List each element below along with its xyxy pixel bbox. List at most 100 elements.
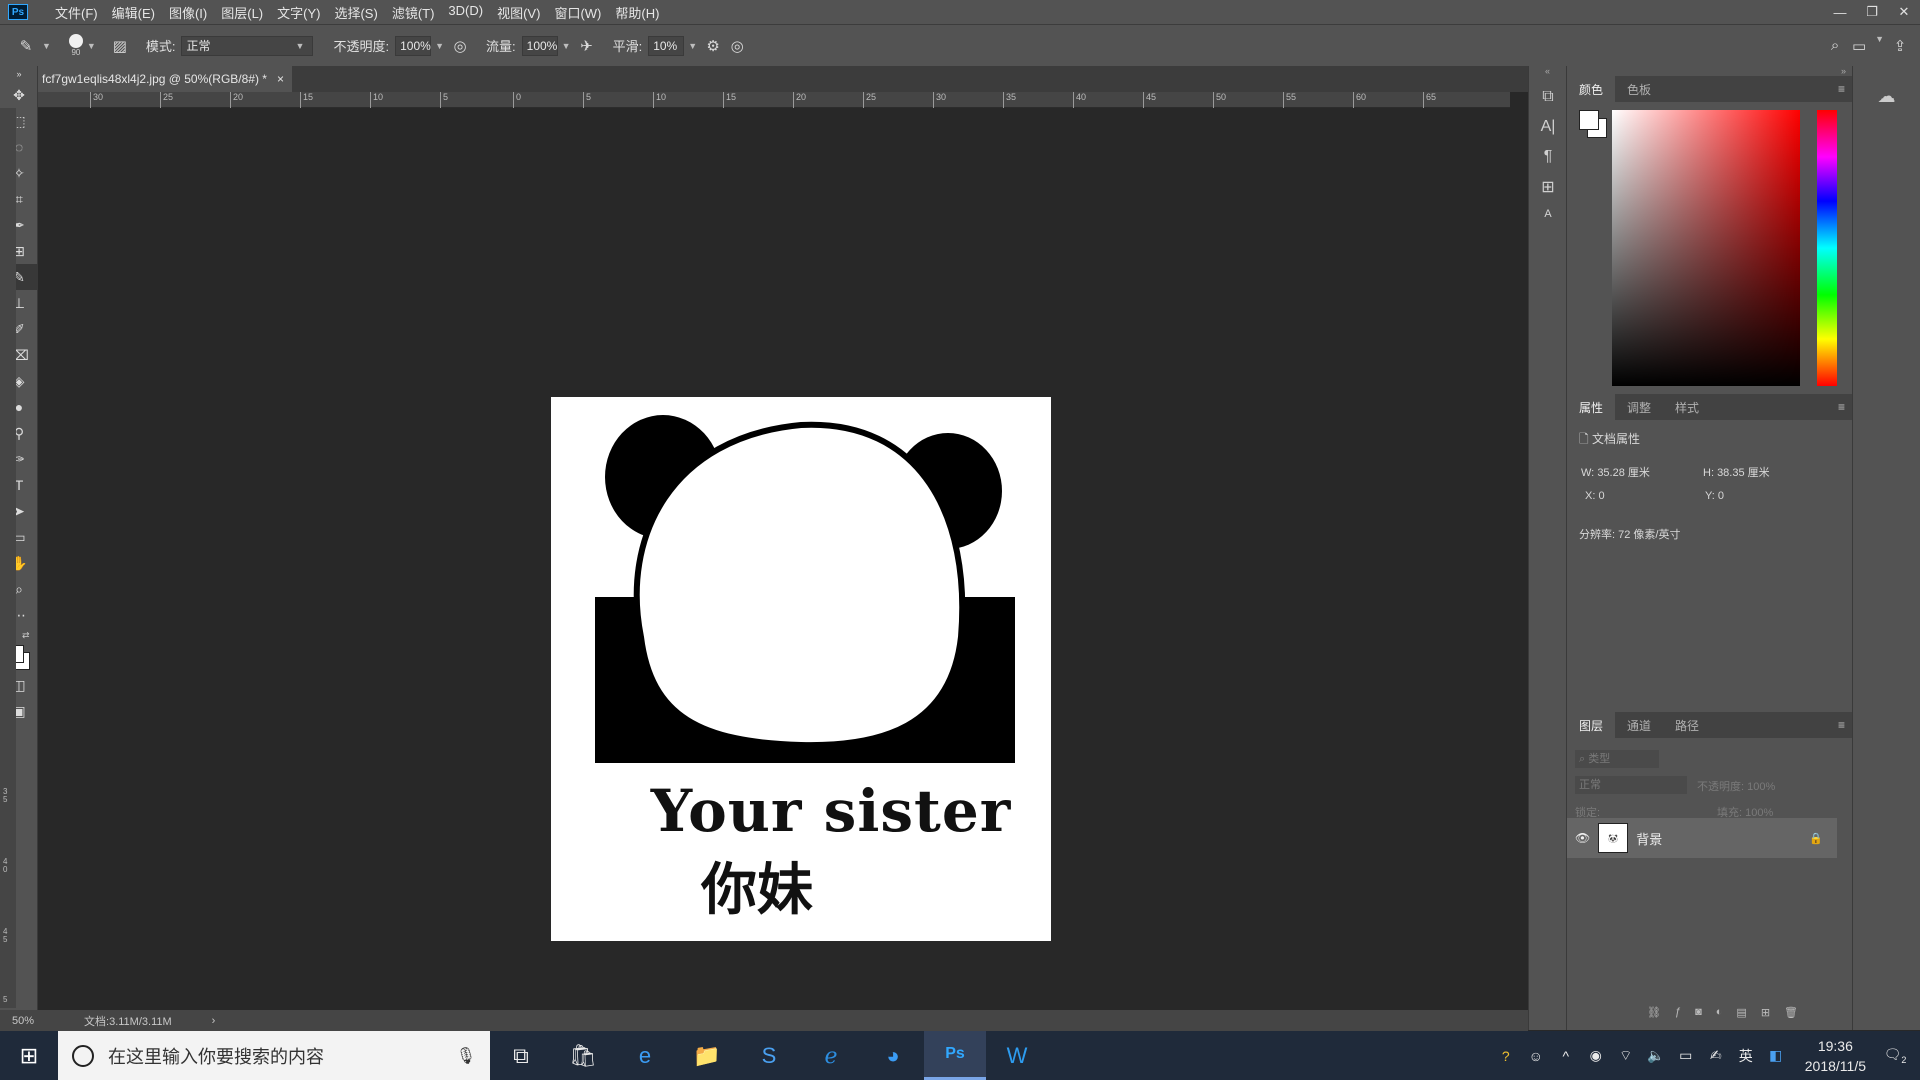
layer-opacity-value[interactable]: 100% <box>1747 781 1775 793</box>
windows-start-icon[interactable]: ⊞ <box>0 1031 58 1080</box>
pressure-size-icon[interactable]: ◎ <box>725 34 749 58</box>
menu-view[interactable]: 视图(V) <box>490 3 547 22</box>
close-tab-icon[interactable]: × <box>277 72 284 86</box>
menu-layer[interactable]: 图层(L) <box>214 3 270 22</box>
close-button[interactable]: ✕ <box>1888 0 1920 24</box>
store-icon[interactable]: 🛍 <box>552 1031 614 1080</box>
mask-icon[interactable]: ◙ <box>1695 1006 1702 1019</box>
menu-type[interactable]: 文字(Y) <box>270 3 327 22</box>
collapse-icon[interactable]: » <box>0 66 38 82</box>
chevron-up-icon[interactable]: ^ <box>1551 1048 1581 1064</box>
width-value[interactable]: 35.28 厘米 <box>1597 467 1650 479</box>
opacity-input[interactable]: 100% <box>395 35 432 56</box>
chevron-down-icon[interactable]: ▼ <box>87 41 96 51</box>
history-icon[interactable]: ⧉ <box>1529 82 1567 112</box>
help-icon[interactable]: ? <box>1491 1048 1521 1064</box>
file-explorer-icon[interactable]: 📁 <box>676 1031 738 1080</box>
new-layer-icon[interactable]: ⊞ <box>1761 1006 1770 1019</box>
tab-channels[interactable]: 通道 <box>1615 712 1663 738</box>
menu-file[interactable]: 文件(F) <box>48 3 105 22</box>
x-value[interactable]: 0 <box>1598 490 1604 502</box>
menu-window[interactable]: 窗口(W) <box>547 3 608 22</box>
qq-icon[interactable]: ◧ <box>1761 1047 1791 1064</box>
tab-swatches[interactable]: 色板 <box>1615 76 1663 102</box>
pen-icon[interactable]: ✍ <box>1701 1047 1731 1064</box>
browser-icon[interactable]: ◕ <box>862 1031 924 1080</box>
chevron-down-icon[interactable]: ▼ <box>688 41 697 51</box>
share-icon[interactable]: ⇪ <box>1888 34 1912 58</box>
panel-menu-icon[interactable]: ≡ <box>1838 718 1845 732</box>
notification-icon[interactable]: 🗨2 <box>1880 1046 1910 1065</box>
menu-image[interactable]: 图像(I) <box>162 3 214 22</box>
pressure-opacity-icon[interactable]: ◎ <box>448 34 472 58</box>
app-w-icon[interactable]: W <box>986 1031 1048 1080</box>
tab-styles[interactable]: 样式 <box>1663 394 1711 420</box>
trash-icon[interactable]: 🗑 <box>1784 1006 1798 1019</box>
airbrush-icon[interactable]: ✈ <box>575 34 599 58</box>
chevron-down-icon[interactable]: ▼ <box>435 41 444 51</box>
menu-3d[interactable]: 3D(D) <box>441 3 490 22</box>
chevron-down-icon[interactable]: ▼ <box>42 41 51 51</box>
tab-properties[interactable]: 属性 <box>1567 394 1616 420</box>
brush-settings-icon[interactable]: ▨ <box>108 34 132 58</box>
sogou-icon[interactable]: S <box>738 1031 800 1080</box>
flow-input[interactable]: 100% <box>521 35 558 56</box>
status-arrow-icon[interactable]: › <box>212 1015 216 1027</box>
tab-color[interactable]: 颜色 <box>1567 76 1616 102</box>
mode-select[interactable]: 正常 ▼ <box>181 35 314 56</box>
paragraph-icon[interactable]: ¶ <box>1529 142 1567 172</box>
color-picker-field[interactable] <box>1612 110 1800 386</box>
swap-colors-icon[interactable]: ⇄ <box>22 630 30 641</box>
edge-icon[interactable]: e <box>614 1031 676 1080</box>
menu-help[interactable]: 帮助(H) <box>608 3 666 22</box>
y-value[interactable]: 0 <box>1718 490 1724 502</box>
eye-icon[interactable]: 👁 <box>1575 831 1590 845</box>
brush-tool-preset-icon[interactable]: ✎ <box>14 34 38 58</box>
foreground-color-swatch[interactable] <box>1579 110 1599 130</box>
move-tool-icon[interactable]: ✥ <box>0 82 38 108</box>
photoshop-taskbar-icon[interactable]: Ps <box>924 1031 986 1080</box>
workspace-icon[interactable]: ▭ <box>1847 34 1871 58</box>
character-styles-icon[interactable]: ᴬ <box>1529 202 1567 232</box>
tab-layers[interactable]: 图层 <box>1567 712 1616 738</box>
character-icon[interactable]: A| <box>1529 112 1567 142</box>
ime-indicator[interactable]: 英 <box>1731 1046 1761 1066</box>
brush-size-picker[interactable]: 90 <box>68 34 83 57</box>
document-canvas[interactable]: Your sister 你妹 <box>551 397 1051 941</box>
collapse-icon[interactable]: « <box>1529 66 1566 82</box>
volume-icon[interactable]: 🔈 <box>1641 1047 1671 1064</box>
blend-mode-select[interactable]: 正常 <box>1575 776 1687 794</box>
tab-adjustments[interactable]: 调整 <box>1615 394 1663 420</box>
taskbar-search[interactable]: 在这里输入你要搜索的内容 🎙 <box>58 1031 490 1080</box>
gear-icon[interactable]: ⚙ <box>701 34 725 58</box>
folder-icon[interactable]: ▤ <box>1736 1006 1746 1019</box>
restore-button[interactable]: ❐ <box>1856 0 1888 24</box>
smooth-input[interactable]: 10% <box>648 35 685 56</box>
clock[interactable]: 19:36 2018/11/5 <box>1805 1036 1866 1076</box>
menu-select[interactable]: 选择(S) <box>327 3 384 22</box>
people-icon[interactable]: ☺ <box>1521 1048 1551 1064</box>
height-value[interactable]: 38.35 厘米 <box>1717 467 1770 479</box>
paragraph-styles-icon[interactable]: ⊞ <box>1529 172 1567 202</box>
document-tab[interactable]: fcf7gw1eqlis48xl4j2.jpg @ 50%(RGB/8#) * … <box>38 66 292 92</box>
link-icon[interactable]: ⛓ <box>1647 1006 1661 1019</box>
canvas-area[interactable]: Your sister 你妹 <box>38 108 1510 1012</box>
hue-slider[interactable] <box>1817 110 1837 386</box>
minimize-button[interactable]: — <box>1824 0 1856 24</box>
panel-menu-icon[interactable]: ≡ <box>1838 82 1845 96</box>
menu-filter[interactable]: 滤镜(T) <box>385 3 442 22</box>
panel-menu-icon[interactable]: ≡ <box>1838 400 1845 414</box>
fx-icon[interactable]: ƒ <box>1675 1006 1681 1019</box>
menu-edit[interactable]: 编辑(E) <box>105 3 162 22</box>
microphone-icon[interactable]: 🎙 <box>456 1046 476 1066</box>
chevron-down-icon[interactable]: ▼ <box>562 41 571 51</box>
zoom-level[interactable]: 50% <box>12 1015 34 1027</box>
layer-row-background[interactable]: 👁 🐼 背景 🔒 <box>1567 818 1837 858</box>
libraries-icon[interactable]: ☁ <box>1853 86 1920 107</box>
layer-filter-select[interactable]: ⌕ 类型 <box>1575 750 1659 768</box>
adjustment-icon[interactable]: ◐ <box>1716 1006 1723 1019</box>
battery-icon[interactable]: ▭ <box>1671 1047 1701 1064</box>
wifi-icon[interactable]: ⌔ <box>1611 1047 1641 1065</box>
chevron-down-icon[interactable]: ▼ <box>1875 34 1884 58</box>
tab-paths[interactable]: 路径 <box>1663 712 1711 738</box>
